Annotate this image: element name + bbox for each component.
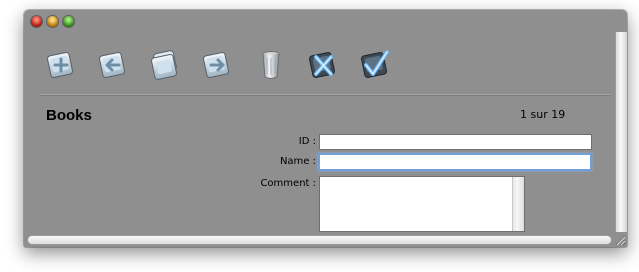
cancel-edit-icon[interactable] xyxy=(304,46,342,84)
window-controls xyxy=(31,16,74,27)
name-label: Name : xyxy=(279,156,316,167)
close-icon[interactable] xyxy=(31,16,42,27)
horizontal-scrollbar[interactable] xyxy=(27,235,612,245)
zoom-icon[interactable] xyxy=(63,16,74,27)
toolbar xyxy=(42,46,402,92)
copy-record-icon[interactable] xyxy=(146,46,184,84)
previous-record-icon[interactable] xyxy=(94,46,132,84)
name-field[interactable] xyxy=(318,153,592,171)
app-window: Books 1 sur 19 ID : Name : Comment : xyxy=(24,10,627,247)
delete-trash-icon[interactable] xyxy=(252,46,290,84)
comment-scrollbar[interactable] xyxy=(512,177,524,231)
page-title: Books xyxy=(46,107,92,124)
comment-label: Comment : xyxy=(260,178,316,189)
resize-grip-icon[interactable] xyxy=(613,233,626,246)
validate-check-icon[interactable] xyxy=(356,46,394,84)
record-counter: 1 sur 19 xyxy=(520,108,566,121)
add-record-icon[interactable] xyxy=(42,46,80,84)
vertical-scrollbar[interactable] xyxy=(615,32,627,232)
id-label: ID : xyxy=(298,136,316,147)
toolbar-divider xyxy=(40,94,611,96)
next-record-icon[interactable] xyxy=(198,46,236,84)
id-field[interactable] xyxy=(319,134,592,150)
minimize-icon[interactable] xyxy=(47,16,58,27)
comment-textarea[interactable] xyxy=(319,176,525,232)
